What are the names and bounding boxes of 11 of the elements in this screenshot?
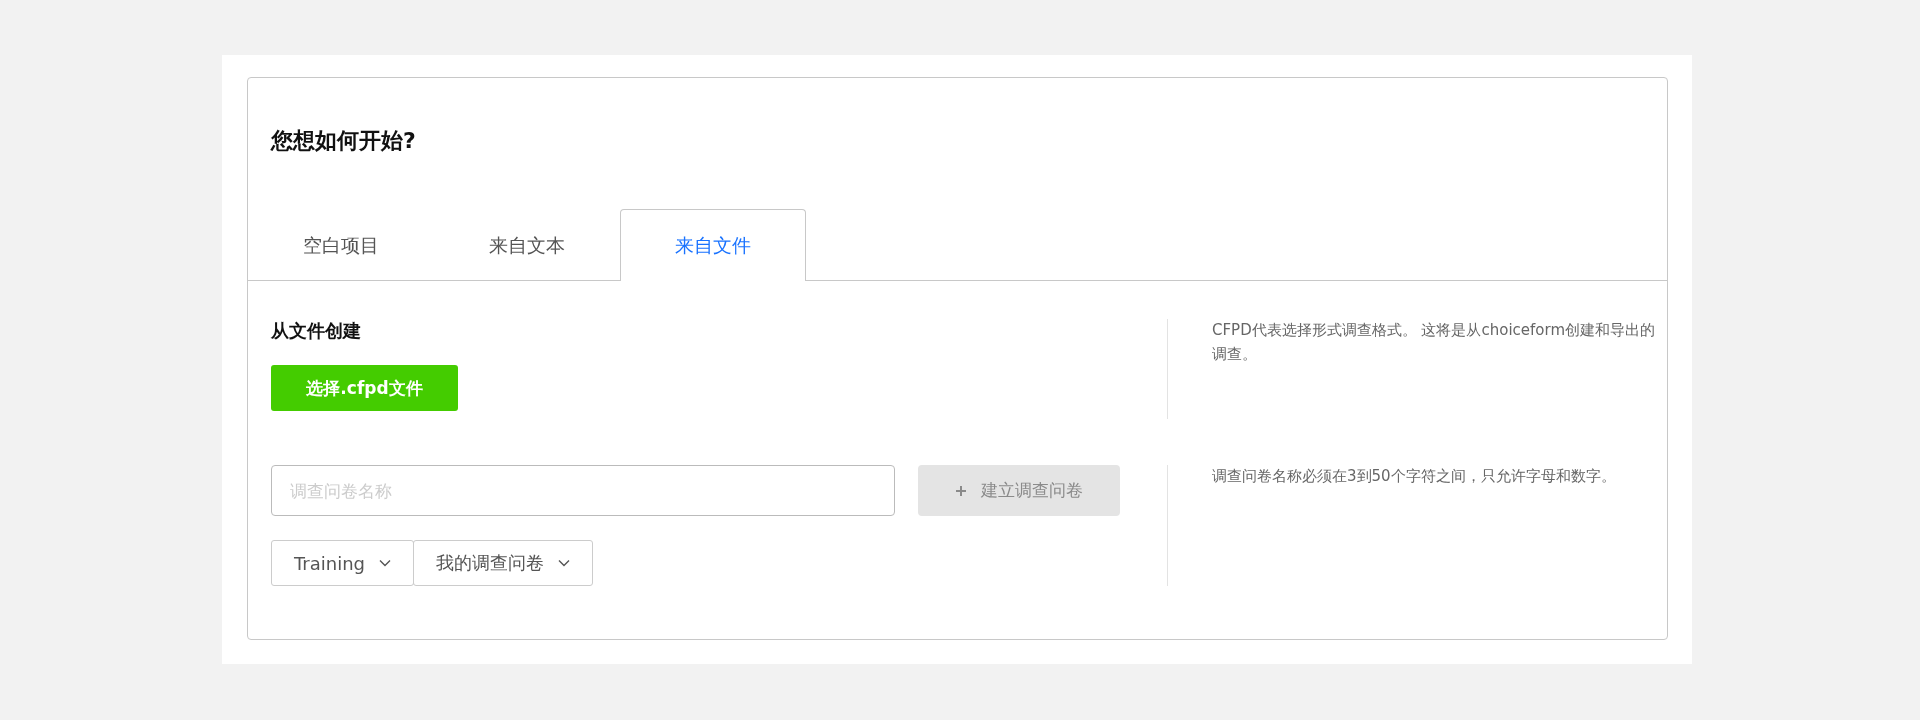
tab[interactable]: 来自文件 bbox=[620, 209, 806, 281]
caret-icon bbox=[558, 559, 571, 567]
tab[interactable]: 空白项目 bbox=[248, 209, 434, 280]
dropdown[interactable]: 我的调查问卷 bbox=[413, 540, 594, 586]
caret-icon bbox=[379, 559, 392, 567]
section-title: 从文件创建 bbox=[271, 319, 362, 343]
plus-icon bbox=[955, 484, 967, 497]
dialog-title: 您想如何开始? bbox=[269, 127, 417, 155]
help-text: 调查问卷名称必须在3到50个字符之间，只允许字母和数字。 bbox=[1212, 466, 1617, 487]
help-text: CFPD代表选择形式调查格式。 这将是从choiceform创建和导出的调查。 bbox=[1212, 320, 1656, 365]
tab[interactable]: 来自文本 bbox=[434, 209, 620, 280]
